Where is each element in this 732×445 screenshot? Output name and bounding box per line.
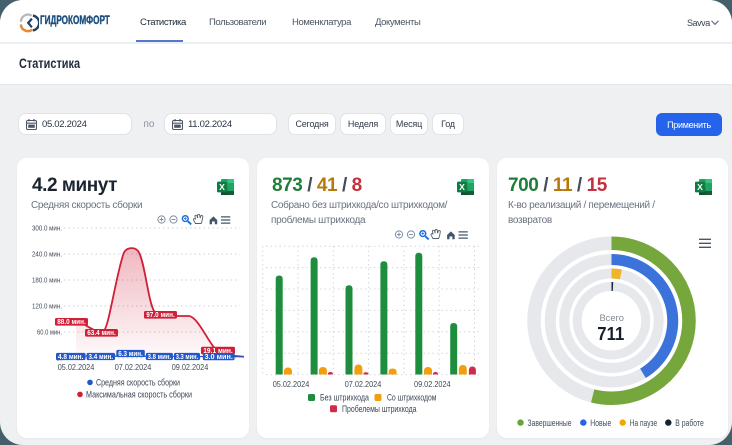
svg-text:711: 711 [597, 323, 624, 344]
svg-text:60.0 мин.: 60.0 мин. [37, 328, 62, 337]
svg-text:Новые: Новые [590, 418, 611, 428]
svg-text:Средняя скорость сборки: Средняя скорость сборки [96, 377, 180, 387]
svg-text:Пробелемы штрихкода: Пробелемы штрихкода [342, 404, 417, 414]
svg-text:05.02.2024: 05.02.2024 [273, 379, 310, 389]
svg-text:63.4 мин.: 63.4 мин. [87, 328, 116, 337]
svg-text:120.0 мин.: 120.0 мин. [32, 302, 62, 311]
svg-text:3.0 мин.: 3.0 мин. [204, 352, 233, 361]
svg-text:3.4 мин.: 3.4 мин. [89, 352, 114, 361]
svg-text:В работе: В работе [675, 418, 704, 428]
svg-text:07.02.2024: 07.02.2024 [115, 362, 152, 372]
svg-text:300.0 мин.: 300.0 мин. [32, 224, 62, 233]
svg-text:Максимальная скорость сборки: Максимальная скорость сборки [86, 389, 192, 399]
svg-text:180.0 мин.: 180.0 мин. [32, 276, 62, 285]
svg-text:6.3 мин.: 6.3 мин. [118, 349, 143, 358]
svg-text:Со штрихкодом: Со штрихкодом [387, 393, 437, 403]
svg-text:3.8 мин.: 3.8 мин. [148, 352, 172, 361]
svg-text:3.3 мин.: 3.3 мин. [176, 352, 199, 361]
svg-text:97.0 мин.: 97.0 мин. [146, 310, 175, 319]
svg-text:На паузе: На паузе [630, 418, 658, 428]
svg-text:Завершенные: Завершенные [528, 418, 572, 428]
svg-text:4.8 мин.: 4.8 мин. [58, 352, 84, 361]
svg-text:09.02.2024: 09.02.2024 [172, 362, 209, 372]
svg-text:Без штрихкода: Без штрихкода [320, 393, 369, 403]
svg-text:09.02.2024: 09.02.2024 [414, 379, 451, 389]
svg-text:07.02.2024: 07.02.2024 [345, 379, 382, 389]
svg-text:88.0 мин.: 88.0 мин. [57, 317, 86, 326]
svg-text:05.02.2024: 05.02.2024 [58, 362, 95, 372]
svg-text:240.0 мин.: 240.0 мин. [32, 250, 62, 259]
